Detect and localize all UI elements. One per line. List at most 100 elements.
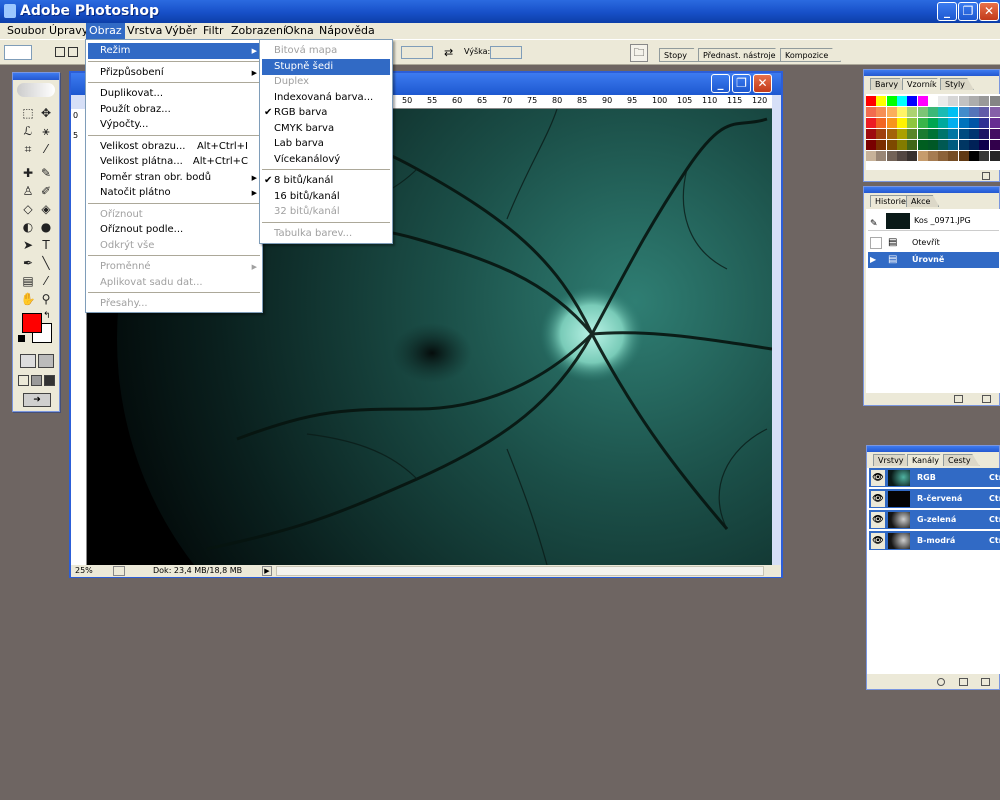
color-swatch[interactable] — [979, 129, 990, 139]
color-swatch[interactable] — [886, 107, 897, 117]
menu-item[interactable]: Indexovaná barva... — [262, 90, 390, 106]
tab-kanaly[interactable]: Kanály — [907, 454, 948, 466]
horizontal-scrollbar[interactable] — [276, 566, 764, 576]
minimize-button[interactable]: _ — [937, 2, 957, 21]
color-swatch[interactable] — [979, 107, 990, 117]
color-swatch[interactable] — [979, 151, 990, 161]
color-swatch[interactable] — [917, 118, 928, 128]
zoom-tool-icon[interactable]: ⚲ — [37, 291, 55, 307]
menu-zobrazeni[interactable]: Zobrazení — [228, 23, 289, 39]
tab-vzornik[interactable]: Vzorník — [902, 78, 946, 90]
menu-vrstva[interactable]: Vrstva — [124, 23, 165, 39]
doc-minimize-button[interactable]: _ — [711, 74, 730, 93]
color-swatch[interactable] — [866, 140, 876, 150]
menu-napoveda[interactable]: Nápověda — [316, 23, 378, 39]
menu-item[interactable]: Přizpůsobení ▶ — [88, 65, 260, 81]
menu-item[interactable]: Poměr stran obr. bodů ▶ — [88, 170, 260, 186]
standard-mode-icon[interactable] — [20, 354, 36, 368]
menu-item[interactable]: RGB barva ✔ — [262, 105, 390, 121]
color-swatch[interactable] — [876, 129, 887, 139]
color-swatch[interactable] — [979, 96, 990, 106]
color-swatch[interactable] — [979, 118, 990, 128]
screen-mode-full-menu-icon[interactable] — [31, 375, 42, 386]
crop-tool-icon[interactable]: ⌗ — [19, 141, 37, 157]
swap-icon[interactable]: ⇄ — [444, 46, 453, 59]
history-snapshot[interactable]: ✎ Kos _0971.JPG — [868, 211, 999, 231]
visibility-eye-icon[interactable]: 👁 — [871, 533, 885, 549]
color-swatch[interactable] — [969, 118, 979, 128]
menu-item[interactable]: Velikost plátna... Alt+Ctrl+C — [88, 154, 260, 170]
color-swatch[interactable] — [876, 151, 887, 161]
tab-cesty[interactable]: Cesty — [943, 454, 980, 466]
menu-vyber[interactable]: Výběr — [162, 23, 200, 39]
color-swatch[interactable] — [866, 107, 876, 117]
new-swatch-icon[interactable] — [982, 172, 990, 180]
color-swatch[interactable] — [948, 107, 959, 117]
tab-styly[interactable]: Styly — [940, 78, 974, 90]
menu-item[interactable]: Režim ▶ — [88, 43, 260, 59]
color-swatch[interactable] — [866, 151, 876, 161]
menu-okna[interactable]: Okna — [282, 23, 317, 39]
color-swatch[interactable] — [948, 96, 959, 106]
color-swatch[interactable] — [896, 96, 907, 106]
path-select-icon[interactable]: ➤ — [19, 237, 37, 253]
color-swatch[interactable] — [896, 140, 907, 150]
swatch-grid[interactable] — [866, 94, 1000, 170]
new-snapshot-icon[interactable] — [954, 395, 963, 403]
eraser-tool-icon[interactable]: ◇ — [19, 201, 37, 217]
menu-item[interactable]: Výpočty... — [88, 117, 260, 133]
status-arrow-icon[interactable]: ▶ — [262, 566, 272, 576]
notes-tool-icon[interactable]: ▤ — [19, 273, 37, 289]
color-swatch[interactable] — [958, 96, 969, 106]
color-swatch[interactable] — [989, 118, 1000, 128]
color-swatch[interactable] — [917, 151, 928, 161]
color-swatch[interactable] — [876, 107, 887, 117]
load-selection-icon[interactable] — [937, 678, 945, 686]
type-tool-icon[interactable]: T — [37, 237, 55, 253]
color-swatch[interactable] — [886, 151, 897, 161]
color-swatch[interactable] — [969, 129, 979, 139]
maximize-button[interactable]: ❐ — [958, 2, 978, 21]
color-swatch[interactable] — [958, 107, 969, 117]
color-swatch[interactable] — [927, 118, 938, 128]
color-swatch[interactable] — [948, 140, 959, 150]
default-colors-icon[interactable] — [18, 335, 25, 342]
color-swatch[interactable] — [907, 107, 918, 117]
palette-tab-kompozice[interactable]: Kompozice — [780, 48, 842, 62]
history-step-active[interactable]: ▶ ▤ Úrovně — [868, 252, 999, 268]
color-swatch[interactable] — [886, 129, 897, 139]
move-tool-icon[interactable]: ✥ — [37, 105, 55, 121]
channel-row-red[interactable]: 👁 R-červená Ctrl — [869, 489, 1000, 509]
delete-history-icon[interactable] — [982, 395, 991, 403]
color-swatch[interactable] — [907, 129, 918, 139]
color-swatch[interactable] — [989, 96, 1000, 106]
color-swatch[interactable] — [938, 118, 949, 128]
menu-item[interactable]: 16 bitů/kanál — [262, 189, 390, 205]
healing-brush-icon[interactable]: ✚ — [19, 165, 37, 181]
magic-wand-icon[interactable]: ⚹ — [37, 123, 55, 139]
menu-item[interactable]: 8 bitů/kanál ✔ — [262, 173, 390, 189]
color-swatch[interactable] — [876, 140, 887, 150]
color-swatch[interactable] — [927, 140, 938, 150]
add-selection-icon[interactable] — [68, 47, 78, 57]
jump-to-imageready-icon[interactable]: ➜ — [23, 393, 51, 407]
color-swatch[interactable] — [917, 129, 928, 139]
palette-tab-prednast[interactable]: Přednast. nástroje — [698, 48, 789, 62]
color-swatch[interactable] — [958, 129, 969, 139]
new-channel-icon[interactable] — [981, 678, 990, 686]
color-swatch[interactable] — [907, 118, 918, 128]
doc-close-button[interactable]: ✕ — [753, 74, 772, 93]
color-swatch[interactable] — [948, 151, 959, 161]
channel-row-rgb[interactable]: 👁 RGB Ctrl — [869, 468, 1000, 488]
color-swatch[interactable] — [938, 96, 949, 106]
color-swatch[interactable] — [907, 140, 918, 150]
menu-item[interactable]: Natočit plátno ▶ — [88, 185, 260, 201]
quick-mask-icon[interactable] — [38, 354, 54, 368]
color-swatch[interactable] — [958, 118, 969, 128]
paint-bucket-icon[interactable]: ◈ — [37, 201, 55, 217]
color-swatch[interactable] — [989, 151, 1000, 161]
color-swatch[interactable] — [886, 118, 897, 128]
color-swatch[interactable] — [989, 107, 1000, 117]
history-brush-icon[interactable]: ✐ — [37, 183, 55, 199]
clone-stamp-icon[interactable]: ♙ — [19, 183, 37, 199]
